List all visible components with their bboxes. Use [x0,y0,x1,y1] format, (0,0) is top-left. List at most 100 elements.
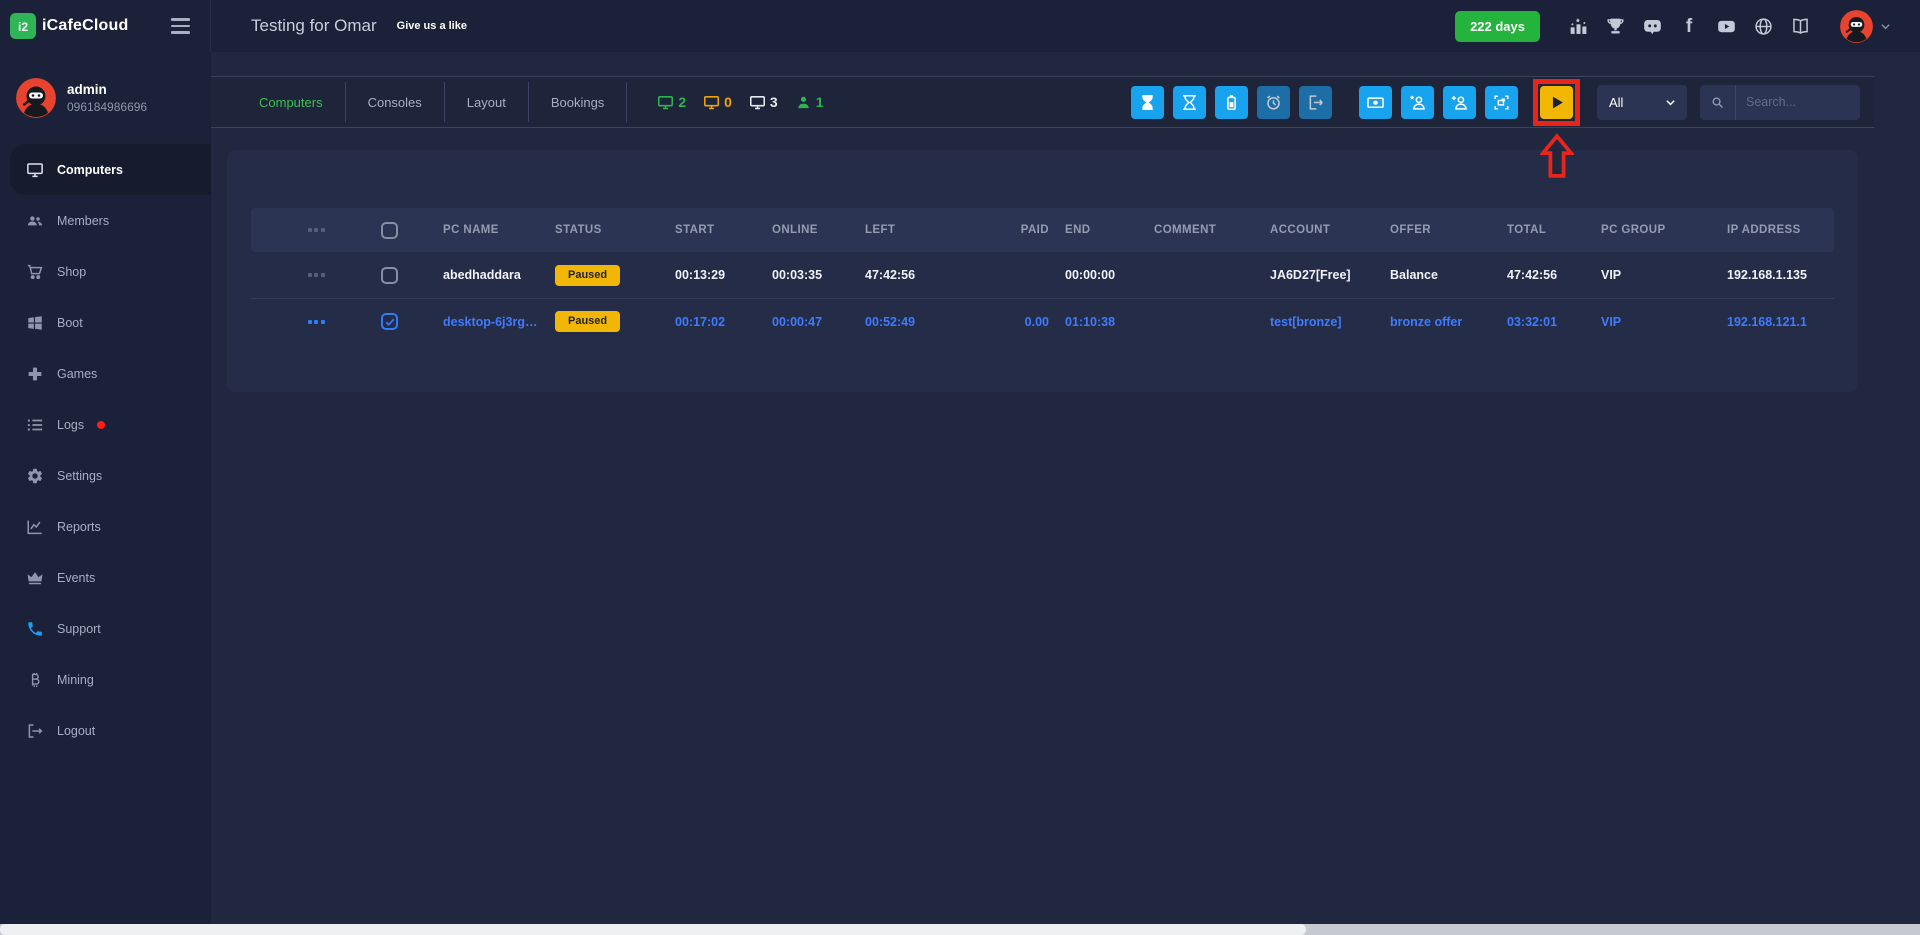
resume-play-button[interactable] [1540,85,1573,119]
select-all-checkbox[interactable] [381,221,398,239]
sidebar-item-reports[interactable]: Reports [0,501,211,552]
hourglass-filled-button[interactable] [1131,85,1164,119]
cell-pc-group: VIP [1601,314,1622,329]
computer-row[interactable]: abedhaddara Paused 00:13:29 00:03:35 47:… [251,252,1834,298]
sidebar-item-label: Mining [57,672,94,687]
manual-icon[interactable] [1789,15,1811,37]
sidebar-item-mining[interactable]: Mining [0,654,211,705]
column-header-total: TOTAL [1507,224,1547,236]
account-button-group [1359,85,1518,119]
column-header-end: END [1065,224,1091,236]
member-star-button[interactable] [1401,85,1434,119]
phone-icon [26,620,44,638]
facebook-icon[interactable]: f [1678,15,1700,37]
scrollbar-thumb[interactable] [0,924,1306,935]
chevron-down-icon [1666,99,1675,105]
trophy-icon[interactable] [1604,15,1626,37]
cell-start: 00:13:29 [675,268,726,282]
crown-icon [26,569,44,587]
row-actions-icon[interactable] [307,319,325,324]
column-header-online: ONLINE [772,224,818,236]
cart-icon [26,263,44,281]
status-badge: Paused [555,264,621,286]
search-box [1700,84,1860,120]
topbar-actions: 222 days f [1455,9,1920,43]
column-header-offer: OFFER [1390,224,1431,236]
cell-pc-name[interactable]: abedhaddara [443,268,555,282]
menu-toggle-button[interactable] [167,14,194,37]
column-header-pc-group: PC GROUP [1601,224,1666,236]
status-badge: Paused [555,311,621,332]
cash-button[interactable] [1359,85,1392,119]
sidebar-item-games[interactable]: Games [0,348,211,399]
topbar-left: i2 iCafeCloud [0,0,211,52]
horizontal-scrollbar[interactable] [0,924,1920,935]
battery-button[interactable] [1215,85,1248,119]
sidebar-item-support[interactable]: Support [0,603,211,654]
cell-total: 03:32:01 [1507,314,1558,329]
sidebar-item-label: Logs [57,417,85,432]
cell-paid: 0.00 [1024,314,1049,329]
row-actions-icon[interactable] [307,228,325,232]
sidebar-item-members[interactable]: Members [0,195,211,246]
computer-row-selected[interactable]: desktop-6j3rg… Paused 00:17:02 00:00:47 … [251,298,1834,344]
row-checkbox[interactable] [381,266,398,284]
sidebar-item-shop[interactable]: Shop [0,246,211,297]
svg-text:i2: i2 [18,20,28,34]
give-us-a-like-link[interactable]: Give us a like [397,20,467,32]
sidebar-item-logs[interactable]: Logs [0,399,211,450]
cell-start: 00:17:02 [675,314,726,329]
globe-icon[interactable] [1752,15,1774,37]
leaderboard-icon[interactable] [1567,15,1589,37]
column-header-status: STATUS [555,224,602,236]
cell-end: 00:00:00 [1065,268,1116,282]
alarm-button[interactable] [1257,85,1290,119]
column-header-start: START [675,224,715,236]
sidebar-item-label: Events [57,570,96,585]
row-actions-icon[interactable] [307,273,325,277]
sidebar-item-label: Boot [57,315,83,330]
counter-offline-pcs: 3 [749,94,778,111]
play-icon [1552,96,1563,108]
sidebar-item-logout[interactable]: Logout [0,705,211,756]
table-header-row: PC NAME STATUS START ONLINE LEFT PAID EN… [251,208,1834,252]
license-days-badge[interactable]: 222 days [1455,10,1540,42]
row-checkbox-checked[interactable] [381,313,398,330]
user-avatar [1840,9,1873,43]
cell-online: 00:00:47 [772,314,823,329]
discord-icon[interactable] [1641,15,1663,37]
sidebar-item-computers[interactable]: Computers [10,144,211,195]
alarm-clock-icon [1267,95,1280,110]
cell-offer: bronze offer [1390,314,1463,329]
screenshot-button[interactable] [1485,85,1518,119]
member-add-icon [1451,95,1467,110]
counter-online-pcs: 2 [657,94,686,111]
tab-layout[interactable]: Layout [445,82,529,122]
main-content: Computers Consoles Layout Bookings 2 0 3… [211,52,1920,924]
list-icon [26,416,44,434]
sidebar-item-events[interactable]: Events [0,552,211,603]
sidebar-item-boot[interactable]: Boot [0,297,211,348]
tab-bookings[interactable]: Bookings [529,82,628,122]
sidebar: admin 096184986696 Computers Members Sho… [0,52,211,924]
app-logo[interactable]: i2 iCafeCloud [10,13,128,39]
tab-computers[interactable]: Computers [259,82,346,122]
sidebar-item-settings[interactable]: Settings [0,450,211,501]
hourglass-outline-button[interactable] [1173,85,1206,119]
hourglass-filled-icon [1142,94,1153,110]
tab-consoles[interactable]: Consoles [346,82,445,122]
cell-left: 00:52:49 [865,314,916,329]
sign-out-button[interactable] [1299,85,1332,119]
cell-end: 01:10:38 [1065,314,1116,329]
cafe-title: Testing for Omar [251,16,377,35]
pc-group-filter[interactable]: All [1597,84,1687,120]
counter-busy-pcs: 0 [703,94,732,111]
search-input[interactable] [1736,95,1860,109]
bitcoin-icon [26,671,44,689]
sign-out-icon [1309,94,1323,110]
member-add-button[interactable] [1443,85,1476,119]
youtube-icon[interactable] [1715,15,1737,37]
cell-pc-name[interactable]: desktop-6j3rg… [443,315,555,329]
sidebar-item-label: Members [57,213,110,228]
user-menu[interactable] [1840,9,1892,43]
